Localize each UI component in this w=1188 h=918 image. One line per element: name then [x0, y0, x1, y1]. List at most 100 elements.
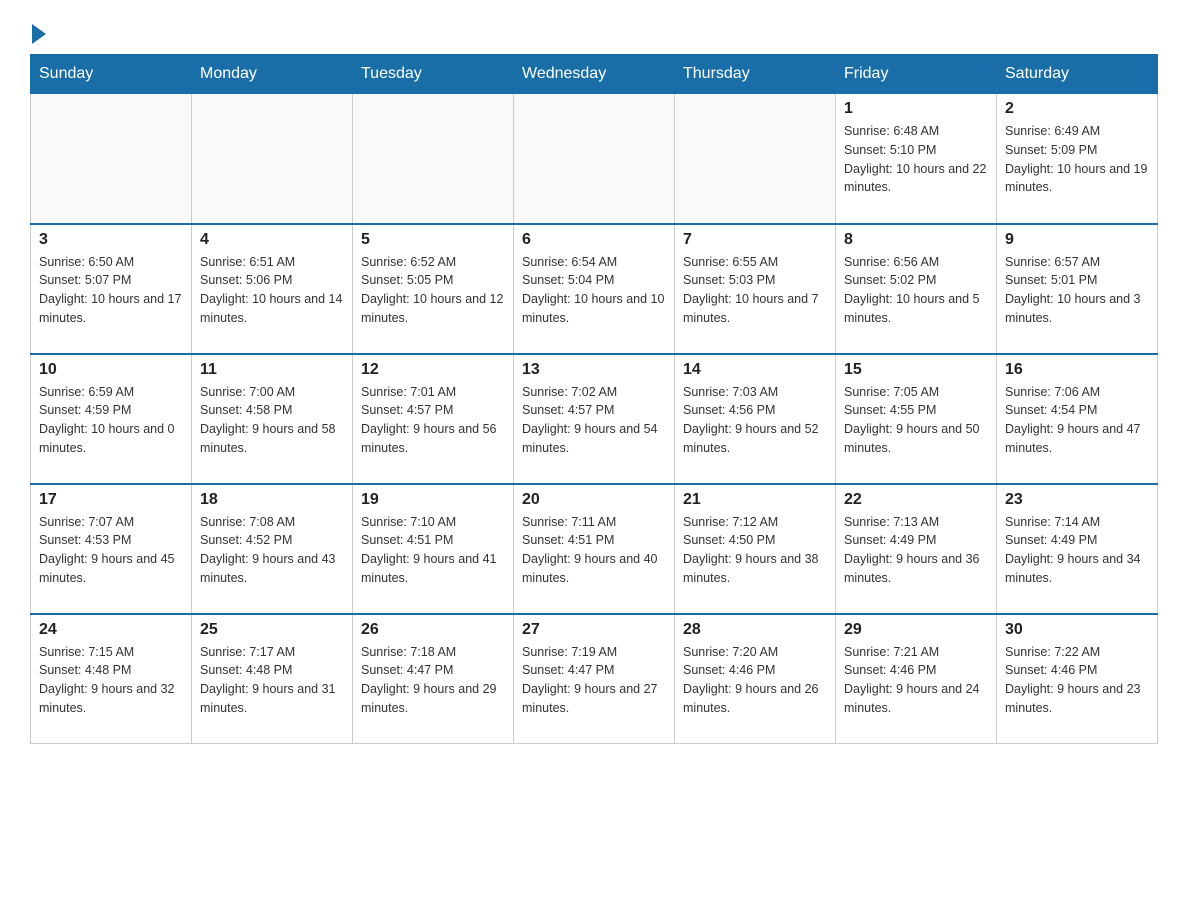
day-info: Sunrise: 6:48 AMSunset: 5:10 PMDaylight:…	[844, 122, 988, 197]
day-number: 26	[361, 621, 505, 639]
day-info: Sunrise: 6:54 AMSunset: 5:04 PMDaylight:…	[522, 253, 666, 328]
day-number: 28	[683, 621, 827, 639]
calendar-week-row-4: 17 Sunrise: 7:07 AMSunset: 4:53 PMDayligh…	[31, 484, 1158, 614]
day-number: 5	[361, 231, 505, 249]
day-info: Sunrise: 7:18 AMSunset: 4:47 PMDaylight:…	[361, 643, 505, 718]
calendar-week-row-1: 1 Sunrise: 6:48 AMSunset: 5:10 PMDaylight…	[31, 94, 1158, 224]
day-number: 25	[200, 621, 344, 639]
day-info: Sunrise: 6:55 AMSunset: 5:03 PMDaylight:…	[683, 253, 827, 328]
day-info: Sunrise: 7:20 AMSunset: 4:46 PMDaylight:…	[683, 643, 827, 718]
day-info: Sunrise: 7:21 AMSunset: 4:46 PMDaylight:…	[844, 643, 988, 718]
day-number: 20	[522, 491, 666, 509]
calendar: SundayMondayTuesdayWednesdayThursdayFrid…	[30, 54, 1158, 744]
calendar-cell: 6 Sunrise: 6:54 AMSunset: 5:04 PMDaylight…	[514, 224, 675, 354]
weekday-header-saturday: Saturday	[997, 55, 1158, 94]
day-number: 30	[1005, 621, 1149, 639]
day-info: Sunrise: 7:22 AMSunset: 4:46 PMDaylight:…	[1005, 643, 1149, 718]
calendar-cell: 19 Sunrise: 7:10 AMSunset: 4:51 PMDayligh…	[353, 484, 514, 614]
day-info: Sunrise: 7:02 AMSunset: 4:57 PMDaylight:…	[522, 383, 666, 458]
day-number: 13	[522, 361, 666, 379]
weekday-header-monday: Monday	[192, 55, 353, 94]
weekday-header-tuesday: Tuesday	[353, 55, 514, 94]
calendar-cell: 28 Sunrise: 7:20 AMSunset: 4:46 PMDayligh…	[675, 614, 836, 744]
calendar-cell: 13 Sunrise: 7:02 AMSunset: 4:57 PMDayligh…	[514, 354, 675, 484]
day-info: Sunrise: 7:08 AMSunset: 4:52 PMDaylight:…	[200, 513, 344, 588]
calendar-week-row-5: 24 Sunrise: 7:15 AMSunset: 4:48 PMDayligh…	[31, 614, 1158, 744]
calendar-cell	[192, 94, 353, 224]
calendar-cell: 24 Sunrise: 7:15 AMSunset: 4:48 PMDayligh…	[31, 614, 192, 744]
day-number: 6	[522, 231, 666, 249]
calendar-cell: 18 Sunrise: 7:08 AMSunset: 4:52 PMDayligh…	[192, 484, 353, 614]
calendar-cell: 30 Sunrise: 7:22 AMSunset: 4:46 PMDayligh…	[997, 614, 1158, 744]
day-number: 19	[361, 491, 505, 509]
calendar-cell: 5 Sunrise: 6:52 AMSunset: 5:05 PMDaylight…	[353, 224, 514, 354]
day-info: Sunrise: 7:01 AMSunset: 4:57 PMDaylight:…	[361, 383, 505, 458]
day-number: 14	[683, 361, 827, 379]
day-number: 1	[844, 100, 988, 118]
calendar-cell: 1 Sunrise: 6:48 AMSunset: 5:10 PMDaylight…	[836, 94, 997, 224]
calendar-cell: 3 Sunrise: 6:50 AMSunset: 5:07 PMDaylight…	[31, 224, 192, 354]
day-info: Sunrise: 6:59 AMSunset: 4:59 PMDaylight:…	[39, 383, 183, 458]
day-info: Sunrise: 7:05 AMSunset: 4:55 PMDaylight:…	[844, 383, 988, 458]
calendar-cell: 23Sunrise: 7:14 AMSunset: 4:49 PMDayligh…	[997, 484, 1158, 614]
day-number: 24	[39, 621, 183, 639]
day-info: Sunrise: 7:11 AMSunset: 4:51 PMDaylight:…	[522, 513, 666, 588]
weekday-header-thursday: Thursday	[675, 55, 836, 94]
calendar-cell	[353, 94, 514, 224]
calendar-cell: 27Sunrise: 7:19 AMSunset: 4:47 PMDayligh…	[514, 614, 675, 744]
calendar-cell: 20 Sunrise: 7:11 AMSunset: 4:51 PMDayligh…	[514, 484, 675, 614]
day-number: 17	[39, 491, 183, 509]
weekday-header-sunday: Sunday	[31, 55, 192, 94]
day-info: Sunrise: 6:49 AMSunset: 5:09 PMDaylight:…	[1005, 122, 1149, 197]
calendar-cell: 29 Sunrise: 7:21 AMSunset: 4:46 PMDayligh…	[836, 614, 997, 744]
day-info: Sunrise: 6:57 AMSunset: 5:01 PMDaylight:…	[1005, 253, 1149, 328]
calendar-cell: 17 Sunrise: 7:07 AMSunset: 4:53 PMDayligh…	[31, 484, 192, 614]
calendar-cell: 11 Sunrise: 7:00 AMSunset: 4:58 PMDayligh…	[192, 354, 353, 484]
calendar-cell: 16Sunrise: 7:06 AMSunset: 4:54 PMDayligh…	[997, 354, 1158, 484]
day-number: 23	[1005, 491, 1149, 509]
day-number: 22	[844, 491, 988, 509]
day-number: 4	[200, 231, 344, 249]
calendar-cell: 12 Sunrise: 7:01 AMSunset: 4:57 PMDayligh…	[353, 354, 514, 484]
calendar-cell: 4 Sunrise: 6:51 AMSunset: 5:06 PMDaylight…	[192, 224, 353, 354]
day-info: Sunrise: 7:12 AMSunset: 4:50 PMDaylight:…	[683, 513, 827, 588]
calendar-cell: 10Sunrise: 6:59 AMSunset: 4:59 PMDayligh…	[31, 354, 192, 484]
day-number: 21	[683, 491, 827, 509]
day-info: Sunrise: 7:03 AMSunset: 4:56 PMDaylight:…	[683, 383, 827, 458]
calendar-cell	[31, 94, 192, 224]
day-number: 3	[39, 231, 183, 249]
calendar-cell: 22 Sunrise: 7:13 AMSunset: 4:49 PMDayligh…	[836, 484, 997, 614]
day-info: Sunrise: 7:07 AMSunset: 4:53 PMDaylight:…	[39, 513, 183, 588]
calendar-cell: 21 Sunrise: 7:12 AMSunset: 4:50 PMDayligh…	[675, 484, 836, 614]
day-info: Sunrise: 7:00 AMSunset: 4:58 PMDaylight:…	[200, 383, 344, 458]
day-number: 18	[200, 491, 344, 509]
logo-arrow-icon	[32, 24, 46, 44]
day-info: Sunrise: 6:51 AMSunset: 5:06 PMDaylight:…	[200, 253, 344, 328]
day-info: Sunrise: 7:10 AMSunset: 4:51 PMDaylight:…	[361, 513, 505, 588]
calendar-cell: 15Sunrise: 7:05 AMSunset: 4:55 PMDayligh…	[836, 354, 997, 484]
calendar-week-row-2: 3 Sunrise: 6:50 AMSunset: 5:07 PMDaylight…	[31, 224, 1158, 354]
calendar-cell	[675, 94, 836, 224]
day-number: 7	[683, 231, 827, 249]
day-number: 27	[522, 621, 666, 639]
day-number: 11	[200, 361, 344, 379]
day-info: Sunrise: 7:13 AMSunset: 4:49 PMDaylight:…	[844, 513, 988, 588]
day-number: 12	[361, 361, 505, 379]
calendar-cell: 2Sunrise: 6:49 AMSunset: 5:09 PMDaylight…	[997, 94, 1158, 224]
day-info: Sunrise: 6:56 AMSunset: 5:02 PMDaylight:…	[844, 253, 988, 328]
day-number: 16	[1005, 361, 1149, 379]
day-number: 9	[1005, 231, 1149, 249]
day-info: Sunrise: 7:17 AMSunset: 4:48 PMDaylight:…	[200, 643, 344, 718]
weekday-header-friday: Friday	[836, 55, 997, 94]
day-info: Sunrise: 7:15 AMSunset: 4:48 PMDaylight:…	[39, 643, 183, 718]
day-info: Sunrise: 6:52 AMSunset: 5:05 PMDaylight:…	[361, 253, 505, 328]
day-info: Sunrise: 6:50 AMSunset: 5:07 PMDaylight:…	[39, 253, 183, 328]
weekday-header-wednesday: Wednesday	[514, 55, 675, 94]
calendar-cell: 8 Sunrise: 6:56 AMSunset: 5:02 PMDaylight…	[836, 224, 997, 354]
calendar-header-row: SundayMondayTuesdayWednesdayThursdayFrid…	[31, 55, 1158, 94]
header	[30, 20, 1158, 44]
logo	[30, 20, 46, 44]
day-number: 29	[844, 621, 988, 639]
calendar-week-row-3: 10Sunrise: 6:59 AMSunset: 4:59 PMDayligh…	[31, 354, 1158, 484]
day-number: 8	[844, 231, 988, 249]
